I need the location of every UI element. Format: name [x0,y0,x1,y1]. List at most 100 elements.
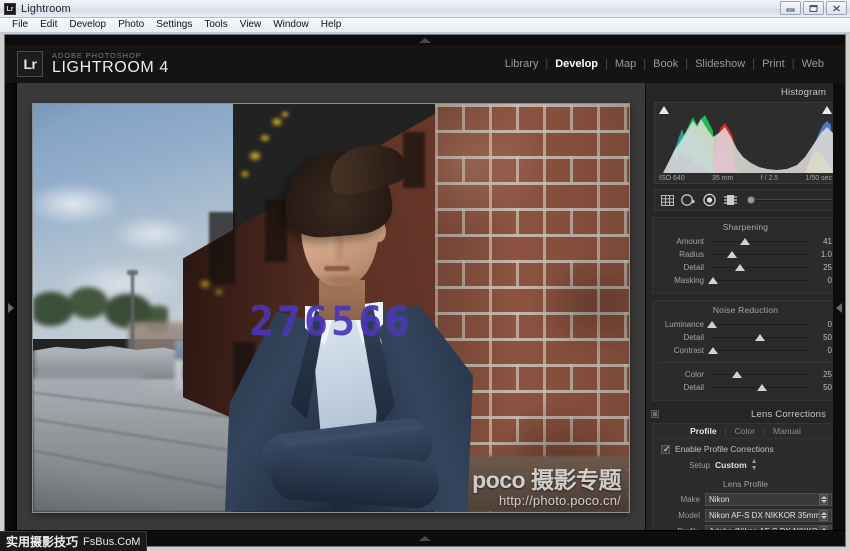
module-develop[interactable]: Develop [548,58,605,70]
spot-removal-icon[interactable] [680,192,696,208]
slider-line [709,350,810,351]
panel-switch-icon[interactable] [651,410,659,418]
slider-value[interactable]: 50 [810,383,832,392]
identity-plate[interactable]: ADOBE PHOTOSHOP LIGHTROOM 4 [52,51,169,77]
slider-track[interactable] [709,263,810,272]
make-dropdown[interactable]: Nikon [705,493,832,506]
adjustment-brush-slider[interactable] [747,196,832,204]
slider-track[interactable] [707,320,810,329]
slider-value[interactable]: 0 [810,346,832,355]
slider-track[interactable] [709,250,810,259]
maximize-icon[interactable] [803,1,824,15]
slider-track[interactable] [709,383,810,392]
slider-knob[interactable] [732,371,743,378]
slider-track[interactable] [709,237,810,246]
histogram-graph[interactable]: ISO 640 35 mm f / 2.5 1/50 sec [654,102,837,184]
slider-row-detail[interactable]: Detail 25 [653,261,838,274]
image-preview-area[interactable]: 276566 poco 摄影专题 http://photo.poco.cn/ [17,83,645,532]
menu-item-photo[interactable]: Photo [112,18,150,32]
slider-value[interactable]: 50 [810,333,832,342]
setup-label: Setup [689,460,710,470]
close-icon[interactable] [826,1,847,15]
minimize-icon[interactable] [780,1,801,15]
module-book[interactable]: Book [646,58,685,70]
menu-item-window[interactable]: Window [267,18,315,32]
module-library[interactable]: Library [498,58,546,70]
slider-knob[interactable] [754,334,765,341]
enable-profile-corrections-row[interactable]: ✓ Enable Profile Corrections [653,439,838,454]
develop-tool-strip [654,189,837,211]
slider-knob[interactable] [707,321,718,328]
menu-item-help[interactable]: Help [315,18,348,32]
slider-row-radius[interactable]: Radius 1.0 [653,248,838,261]
module-web[interactable]: Web [795,58,831,70]
chevron-up-icon [419,536,431,541]
setup-row[interactable]: Setup Custom ▲ ▼ [653,454,838,472]
slider-value[interactable]: 0 [810,320,832,329]
slider-row-amount[interactable]: Amount 41 [653,235,838,248]
slider-value[interactable]: 1.0 [810,250,832,259]
detail-panel-sharpening: Sharpening Amount 41 Radius 1.0 Detail 2… [652,217,839,294]
workspace-row: 276566 poco 摄影专题 http://photo.poco.cn/ H… [5,83,845,532]
slider-knob[interactable] [735,264,746,271]
slider-knob[interactable] [740,238,751,245]
stepper-icon[interactable]: ▲ ▼ [751,458,758,472]
lens-model-row[interactable]: Model Nikon AF-S DX NIKKOR 35mm... [653,509,838,525]
shadow-clip-icon[interactable] [659,106,669,114]
module-print[interactable]: Print [755,58,792,70]
red-eye-correction-icon[interactable] [701,192,717,208]
module-slideshow[interactable]: Slideshow [688,58,752,70]
left-panel-collapse-toggle[interactable] [5,83,17,532]
slider-line [709,267,810,268]
graduated-filter-icon[interactable] [722,192,738,208]
slider-value[interactable]: 0 [810,276,832,285]
menu-item-edit[interactable]: Edit [34,18,63,32]
top-panel-collapse-toggle[interactable] [5,35,845,45]
menu-item-file[interactable]: File [6,18,34,32]
setup-value[interactable]: Custom [715,460,747,470]
photo-frame[interactable]: 276566 poco 摄影专题 http://photo.poco.cn/ [33,103,629,512]
menu-item-view[interactable]: View [234,18,268,32]
crop-overlay-icon[interactable] [659,192,675,208]
menu-item-tools[interactable]: Tools [198,18,233,32]
highlight-clip-icon[interactable] [822,106,832,114]
right-panel-collapse-toggle[interactable] [833,83,845,532]
tab-profile[interactable]: Profile [682,426,724,436]
menu-item-settings[interactable]: Settings [150,18,198,32]
slider-row-color[interactable]: Color 25 [653,368,838,381]
slider-track[interactable] [709,370,810,379]
chevron-updown-icon[interactable] [819,494,828,505]
slider-value[interactable]: 25 [810,263,832,272]
slider-value[interactable]: 41 [810,237,832,246]
chevron-updown-icon[interactable] [819,510,828,521]
slider-knob[interactable] [727,251,738,258]
slider-track[interactable] [708,346,810,355]
menu-item-develop[interactable]: Develop [63,18,112,32]
lens-make-row[interactable]: Make Nikon [653,493,838,509]
slider-row-luminance-detail[interactable]: Detail 50 [653,331,838,344]
tab-manual[interactable]: Manual [765,426,809,436]
menubar: File Edit Develop Photo Settings Tools V… [0,18,850,33]
enable-profile-corrections-checkbox[interactable]: ✓ [661,444,671,454]
slider-row-luminance[interactable]: Luminance 0 [653,318,838,331]
lens-corrections-panel-header[interactable]: Lens Corrections ▼ [646,405,845,423]
histogram-panel-header[interactable]: Histogram ▼ [646,83,845,101]
slider-row-color-detail[interactable]: Detail 50 [653,381,838,394]
window-titlebar[interactable]: Lr Lightroom [0,0,850,18]
lightroom-app-frame: Lr ADOBE PHOTOSHOP LIGHTROOM 4 Library |… [4,34,846,547]
module-map[interactable]: Map [608,58,643,70]
slider-knob[interactable] [708,277,719,284]
slider-track[interactable] [709,333,810,342]
poco-watermark: poco 摄影专题 http://photo.poco.cn/ [472,468,621,508]
slider-label: Amount [676,237,704,246]
slider-value[interactable]: 25 [810,370,832,379]
slider-knob[interactable] [747,196,755,204]
slider-track[interactable] [708,276,810,285]
model-dropdown[interactable]: Nikon AF-S DX NIKKOR 35mm... [705,509,832,522]
slider-row-luminance-contrast[interactable]: Contrast 0 [653,344,838,357]
slider-knob[interactable] [708,347,719,354]
slider-line [709,324,810,325]
slider-row-masking[interactable]: Masking 0 [653,274,838,287]
slider-knob[interactable] [756,384,767,391]
tab-color[interactable]: Color [727,426,763,436]
